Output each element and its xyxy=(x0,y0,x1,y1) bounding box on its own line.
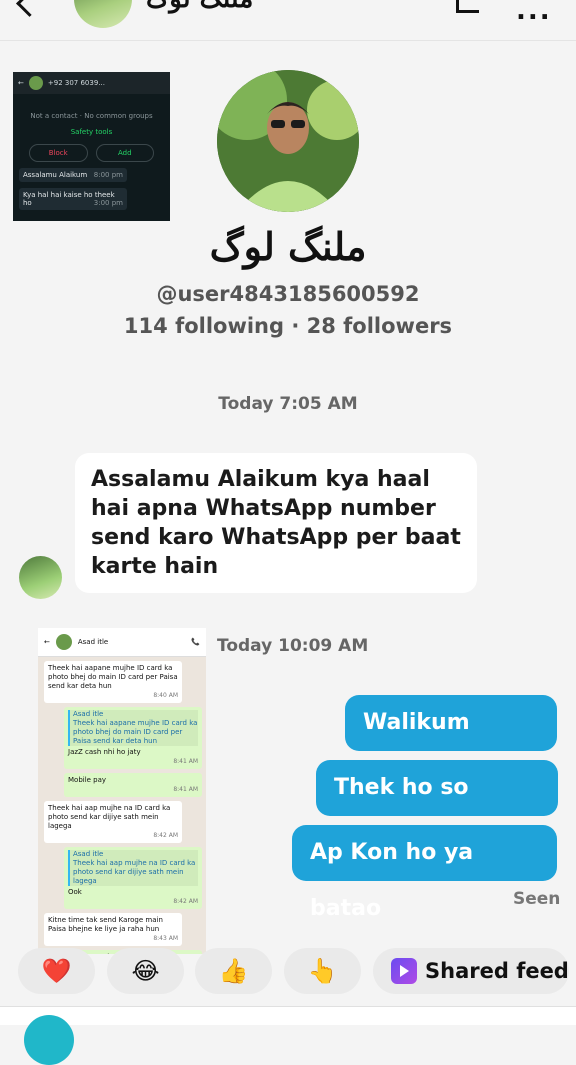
chat-shot-message: Theek hai aap mujhe na ID card ka photo … xyxy=(44,801,182,843)
back-arrow-icon: ← xyxy=(44,638,50,646)
thumb-add-button: Add xyxy=(95,144,154,162)
chat-shot-contact: Asad itle xyxy=(77,638,109,646)
chat-shot-quote-text: Theek hai aapane mujhe ID card ka photo … xyxy=(73,719,198,745)
chat-shot-message-text: Mobile pay xyxy=(68,776,107,784)
thumb-message: Kya hal hai kaise ho theek ho 3:00 pm xyxy=(19,188,127,210)
sender-avatar[interactable] xyxy=(19,556,62,599)
profile-stats[interactable]: 114 following · 28 followers xyxy=(0,314,576,338)
heart-reaction-button[interactable]: ❤️ xyxy=(18,948,95,994)
seen-status: Seen xyxy=(513,889,561,909)
quick-reactions: ❤️ 😂 👍 👆 Shared feed xyxy=(0,948,576,996)
call-icon: 📞 xyxy=(191,638,200,646)
more-icon[interactable]: ... xyxy=(516,0,552,26)
thumb-safety-tools: Safety tools xyxy=(70,128,113,136)
thumb-block-button: Block xyxy=(29,144,88,162)
chat-shot-message-text: Kitne time tak send Karoge main Paisa bh… xyxy=(48,916,163,933)
chat-shot-quote-text: Theek hai aap mujhe na ID card ka photo … xyxy=(73,859,196,885)
chat-shot-message: Asad itle Theek hai aap mujhe na ID card … xyxy=(64,847,202,909)
chat-shot-body: Theek hai aapane mujhe ID card ka photo … xyxy=(38,661,206,954)
chat-shot-message-time: 8:42 AM xyxy=(173,898,198,905)
chat-shot-message-text: Theek hai aap mujhe na ID card ka photo … xyxy=(48,804,171,830)
header-name[interactable]: ملنگ لوگ xyxy=(146,0,253,14)
chat-shot-message: Mobile pay 8:41 AM xyxy=(64,773,202,797)
outgoing-message[interactable]: Walikum aslam xyxy=(345,695,557,791)
shared-feed-label: Shared feed xyxy=(425,959,569,983)
chat-shot-message: Kitne time tak send Karoge main Paisa bh… xyxy=(44,913,182,946)
profile-name: ملنگ لوگ xyxy=(209,224,367,269)
back-arrow-icon: ← xyxy=(18,79,24,87)
thumb-message-text: Assalamu Alaikum xyxy=(23,171,88,179)
thumbs-up-reaction-button[interactable]: 👍 xyxy=(195,948,272,994)
laugh-reaction-button[interactable]: 😂 xyxy=(107,948,184,994)
profile-avatar[interactable] xyxy=(217,70,359,212)
whatsapp-screenshot-thumbnail[interactable]: ← +92 307 6039... Not a contact · No com… xyxy=(13,72,170,221)
chat-shot-quote: Asad itle Theek hai aap mujhe na ID card … xyxy=(68,850,198,886)
shared-feed-button[interactable]: Shared feed xyxy=(373,948,569,994)
chat-shot-message: Asad itle Theek hai aapane mujhe ID card … xyxy=(64,707,202,769)
top-bar: ملنگ لوگ ... xyxy=(0,0,576,41)
chat-shot-quote-name: Asad itle xyxy=(73,710,104,718)
chat-shot-message-time: 8:40 AM xyxy=(153,692,178,699)
thumb-header: ← +92 307 6039... xyxy=(13,72,170,94)
message-input-bar[interactable] xyxy=(0,1006,576,1065)
incoming-message[interactable]: Assalamu Alaikum kya haal hai apna Whats… xyxy=(75,453,477,593)
header-avatar[interactable] xyxy=(74,0,132,28)
thumb-phone: +92 307 6039... xyxy=(47,79,105,87)
chat-shot-message-text: Ook xyxy=(68,888,82,896)
camera-icon[interactable] xyxy=(24,1015,74,1065)
shared-feed-icon xyxy=(391,958,417,984)
chat-shot-message-time: 8:42 AM xyxy=(153,832,178,839)
chat-shot-quote: Asad itle Theek hai aapane mujhe ID card … xyxy=(68,710,198,746)
flag-icon[interactable] xyxy=(456,0,479,13)
outgoing-message[interactable]: Thek ho so sunao xyxy=(316,760,558,856)
profile-handle: @user4843185600592 xyxy=(156,282,420,306)
chat-shot-message-time: 8:43 AM xyxy=(153,935,178,942)
chat-shot-message-time: 8:41 AM xyxy=(173,758,198,765)
thumb-message-time: 3:00 pm xyxy=(93,199,123,207)
chat-shot-message-text: Theek hai aapane mujhe ID card ka photo … xyxy=(48,664,178,690)
avatar-photo xyxy=(217,70,359,212)
chat-shot-message: Theek hai aapane mujhe ID card ka photo … xyxy=(44,661,182,703)
chat-shot-message-text: JazZ cash nhi ho jaty xyxy=(68,748,141,756)
chat-shot-avatar xyxy=(55,634,72,650)
chat-shot-message-time: 8:41 AM xyxy=(173,786,198,793)
outgoing-message[interactable]: Ap Kon ho ya batao xyxy=(292,825,557,921)
timestamp: Today 10:09 AM xyxy=(217,636,369,656)
thumb-avatar xyxy=(28,76,43,90)
thumb-message-time: 8:00 pm xyxy=(93,171,123,179)
chevron-left-icon[interactable] xyxy=(16,0,43,17)
point-up-reaction-button[interactable]: 👆 xyxy=(284,948,361,994)
timestamp: Today 7:05 AM xyxy=(218,394,358,414)
chat-shot-quote-name: Asad itle xyxy=(73,850,104,858)
thumb-not-contact: Not a contact · No common groups xyxy=(30,112,153,120)
thumb-message: Assalamu Alaikum 8:00 pm xyxy=(19,168,127,182)
chat-screenshot-image[interactable]: ← Asad itle 📞 Theek hai aapane mujhe ID … xyxy=(38,628,206,954)
chat-shot-header: ← Asad itle 📞 xyxy=(38,628,206,657)
